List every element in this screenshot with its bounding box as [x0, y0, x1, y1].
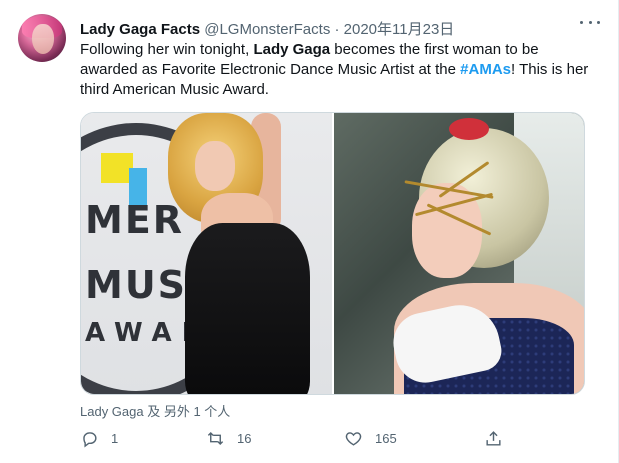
tweet-date[interactable]: 2020年11月23日 — [344, 21, 455, 38]
like-count: 165 — [375, 430, 397, 446]
share-button[interactable] — [484, 426, 503, 450]
gold-face-mask — [403, 161, 499, 238]
avatar-face — [32, 24, 54, 54]
tweet-text: Following her win tonight, Lady Gaga bec… — [80, 40, 600, 100]
tagged-people-link[interactable]: Lady Gaga 及 另外 1 个人 — [80, 401, 230, 420]
hair-bow — [448, 118, 489, 140]
reply-count: 1 — [111, 430, 119, 446]
reply-icon — [83, 431, 97, 447]
like-button[interactable]: 165 — [344, 426, 397, 450]
photo-subject — [163, 113, 313, 394]
retweet-icon — [207, 431, 224, 445]
tweet-actions: 1 16 165 — [80, 426, 510, 450]
author-handle[interactable]: @LGMonsterFacts — [204, 21, 330, 38]
tweet-text-part: Following her win tonight, — [80, 41, 254, 58]
header-separator: · — [334, 21, 340, 38]
tweet-text-bold: Lady Gaga — [253, 41, 331, 58]
heart-icon — [345, 431, 362, 446]
photo-right[interactable] — [333, 113, 584, 394]
photo-left[interactable]: MER MUSI AWAR — [81, 113, 332, 394]
tweet-header: Lady Gaga Facts @LGMonsterFacts · 2020年1… — [80, 18, 454, 38]
avatar[interactable] — [18, 14, 66, 62]
hashtag-link[interactable]: #AMAs — [460, 61, 511, 78]
tweet-card: Lady Gaga Facts @LGMonsterFacts · 2020年1… — [0, 0, 619, 463]
share-icon — [486, 430, 501, 446]
retweet-button[interactable]: 16 — [206, 426, 251, 450]
author-display-name[interactable]: Lady Gaga Facts — [80, 21, 200, 38]
retweet-count: 16 — [237, 430, 252, 446]
media-grid: MER MUSI AWAR — [80, 112, 585, 395]
more-horizontal-icon[interactable] — [580, 14, 600, 30]
reply-button[interactable]: 1 — [80, 426, 118, 450]
